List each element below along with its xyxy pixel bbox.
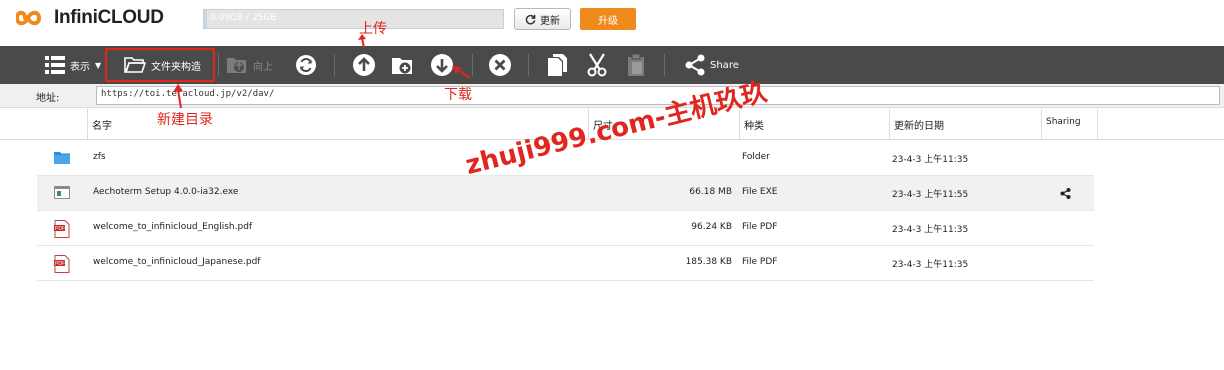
refresh-icon (525, 14, 536, 24)
list-view-icon (45, 56, 65, 74)
share-label: Share (710, 59, 739, 71)
annotation-arrow-up-icon (358, 34, 366, 48)
column-header-date[interactable]: 更新的日期 (890, 109, 1042, 140)
app-header: InfiniCLOUD 0.09GB / 25GB 更新 升级 (0, 0, 1224, 46)
view-label: 表示 (70, 61, 90, 73)
logo[interactable]: InfiniCLOUD (16, 4, 164, 32)
delete-icon (489, 54, 511, 76)
caret-down-icon: ▼ (95, 60, 102, 70)
folder-plus-icon (392, 58, 412, 74)
refresh-button[interactable]: 更新 (514, 8, 571, 30)
file-date: 23-4-3 上午11:55 (892, 190, 969, 200)
infinicloud-logo-icon (16, 10, 42, 26)
sync-icon (296, 55, 316, 75)
upgrade-button[interactable]: 升级 (580, 8, 636, 30)
file-type: File EXE (742, 187, 778, 197)
toolbar-divider (664, 54, 665, 76)
copy-button[interactable] (546, 46, 570, 84)
file-row[interactable]: Aechoterm Setup 4.0.0-ia32.exe 66.18 MB … (37, 176, 1094, 211)
delete-button[interactable] (488, 46, 512, 84)
storage-quota-bar: 0.09GB / 25GB (203, 9, 504, 29)
download-button[interactable] (430, 46, 454, 84)
toolbar-divider (472, 54, 473, 76)
cut-button[interactable] (586, 46, 608, 84)
file-size: 66.18 MB (689, 187, 732, 197)
up-directory-button[interactable]: 向上 (226, 46, 273, 84)
pdf-file-icon: PDF (54, 220, 70, 238)
upload-icon (353, 54, 375, 76)
file-type: Folder (742, 152, 770, 162)
logo-text: InfiniCLOUD (54, 7, 164, 28)
file-name[interactable]: zfs (93, 152, 106, 162)
view-menu-button[interactable]: 表示 ▼ (44, 46, 101, 84)
paste-button[interactable] (626, 46, 646, 84)
file-date: 23-4-3 上午11:35 (892, 155, 969, 165)
file-size: 96.24 KB (691, 222, 732, 232)
toolbar-divider (528, 54, 529, 76)
file-date: 23-4-3 上午11:35 (892, 225, 969, 235)
annotation-arrow-new-dir-icon (173, 84, 183, 108)
svg-text:PDF: PDF (55, 261, 65, 267)
up-label: 向上 (253, 61, 273, 73)
folder-icon (54, 152, 70, 164)
highlight-box-new-folder (105, 48, 215, 82)
pdf-file-icon: PDF (54, 255, 70, 273)
file-name[interactable]: welcome_to_infinicloud_English.pdf (93, 222, 252, 232)
toolbar-divider (218, 54, 219, 76)
file-name[interactable]: Aechoterm Setup 4.0.0-ia32.exe (93, 187, 238, 197)
copy-icon (548, 54, 567, 76)
quota-fill (204, 10, 207, 28)
column-header-filler (1098, 109, 1224, 140)
file-row[interactable]: PDF welcome_to_infinicloud_English.pdf 9… (37, 211, 1094, 246)
annotation-new-dir: 新建目录 (157, 112, 213, 128)
svg-text:PDF: PDF (55, 226, 65, 232)
refresh-label: 更新 (540, 15, 560, 27)
shared-icon[interactable] (1060, 188, 1071, 199)
address-label: 地址: (36, 93, 60, 104)
upload-button[interactable] (352, 46, 376, 84)
create-folder-button[interactable] (391, 46, 415, 84)
scissors-icon (587, 53, 607, 77)
file-size: 185.38 KB (685, 257, 732, 267)
column-header-icon (0, 109, 88, 140)
column-header-sharing[interactable]: Sharing (1042, 109, 1098, 140)
toolbar-divider (334, 54, 335, 76)
sync-button[interactable] (295, 46, 317, 84)
file-type: File PDF (742, 257, 778, 267)
folder-up-icon (227, 58, 246, 73)
file-name[interactable]: welcome_to_infinicloud_Japanese.pdf (93, 257, 260, 267)
column-header-type[interactable]: 种类 (740, 109, 890, 140)
download-icon (431, 54, 453, 76)
clipboard-icon (628, 53, 644, 76)
quota-text: 0.09GB / 25GB (210, 13, 277, 23)
file-row[interactable]: PDF welcome_to_infinicloud_Japanese.pdf … (37, 246, 1094, 281)
file-date: 23-4-3 上午11:35 (892, 260, 969, 270)
annotation-arrow-download-icon (452, 66, 471, 79)
share-icon (685, 54, 705, 76)
file-type: File PDF (742, 222, 778, 232)
exe-file-icon (54, 186, 70, 199)
annotation-download: 下载 (444, 87, 472, 103)
